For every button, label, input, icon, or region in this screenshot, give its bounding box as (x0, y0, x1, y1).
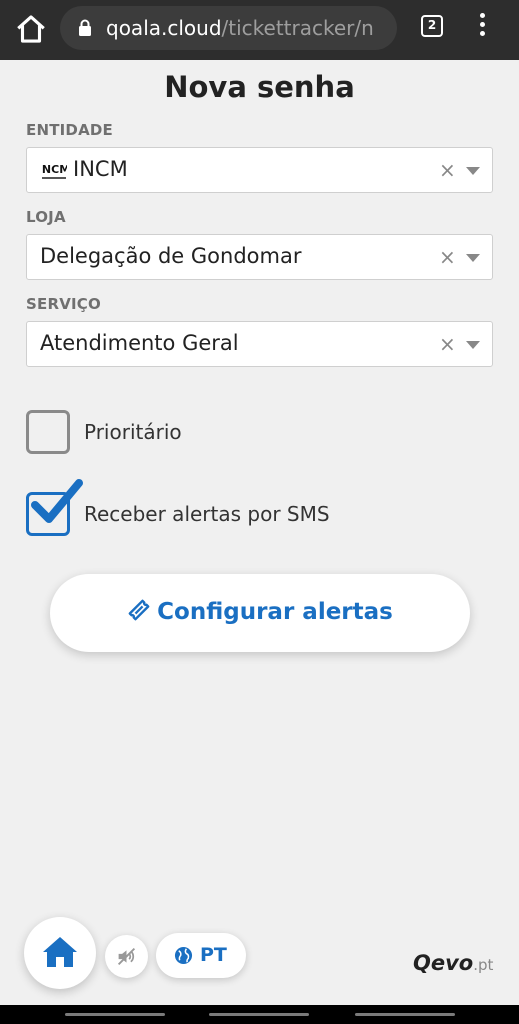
loja-label: LOJA (26, 208, 66, 226)
url-host: qoala.cloud (106, 16, 222, 40)
nav-line (65, 1013, 165, 1016)
browser-home-button[interactable] (14, 12, 48, 46)
language-label: PT (200, 944, 227, 966)
ticket-icon (128, 599, 150, 621)
close-icon[interactable]: × (439, 246, 456, 268)
nav-line (209, 1013, 309, 1016)
configure-alerts-label: Configurar alertas (157, 599, 393, 625)
page-title: Nova senha (164, 70, 355, 104)
url-text: qoala.cloud/tickettracker/n (106, 16, 386, 40)
configure-alerts-button[interactable]: Configurar alertas (50, 574, 470, 652)
chevron-down-icon[interactable] (466, 254, 480, 262)
entidade-select[interactable]: INCM INCM × (26, 147, 493, 193)
configure-alerts-content: Configurar alertas (50, 598, 470, 625)
prioritario-checkbox[interactable] (26, 410, 70, 454)
volume-off-icon (117, 947, 136, 966)
globe-icon (174, 946, 193, 965)
check-icon (31, 479, 83, 523)
loja-value: Delegação de Gondomar (40, 244, 302, 268)
chevron-down-icon[interactable] (466, 167, 480, 175)
more-vert-icon[interactable] (474, 13, 490, 43)
incm-logo: INCM (41, 158, 67, 182)
browser-toolbar: qoala.cloud/tickettracker/n 2 (0, 0, 519, 60)
chevron-down-icon[interactable] (466, 341, 480, 349)
close-icon[interactable]: × (439, 159, 456, 181)
lock-icon (79, 19, 91, 36)
tab-switcher-button[interactable]: 2 (421, 15, 443, 37)
qevo-logo: Qevo.pt (413, 951, 494, 975)
home-icon (43, 937, 77, 967)
home-icon (17, 15, 45, 43)
servico-value: Atendimento Geral (40, 331, 239, 355)
prioritario-label: Prioritário (84, 420, 182, 444)
url-path: /tickettracker/n (221, 16, 374, 40)
sms-alerts-checkbox[interactable] (26, 479, 83, 536)
servico-select[interactable]: Atendimento Geral × (26, 321, 493, 367)
nav-line (355, 1013, 455, 1016)
home-button[interactable] (24, 917, 96, 989)
close-icon[interactable]: × (439, 333, 456, 355)
language-button[interactable]: PT (156, 933, 246, 978)
entidade-label: ENTIDADE (26, 121, 113, 139)
svg-text:INCM: INCM (41, 163, 67, 176)
entidade-value: INCM (73, 157, 128, 181)
address-bar[interactable]: qoala.cloud/tickettracker/n (60, 6, 397, 50)
system-nav-bar (0, 1005, 519, 1024)
servico-label: SERVIÇO (26, 295, 101, 313)
loja-select[interactable]: Delegação de Gondomar × (26, 234, 493, 280)
sms-alerts-label: Receber alertas por SMS (84, 502, 330, 526)
sound-toggle-button[interactable] (105, 935, 148, 978)
